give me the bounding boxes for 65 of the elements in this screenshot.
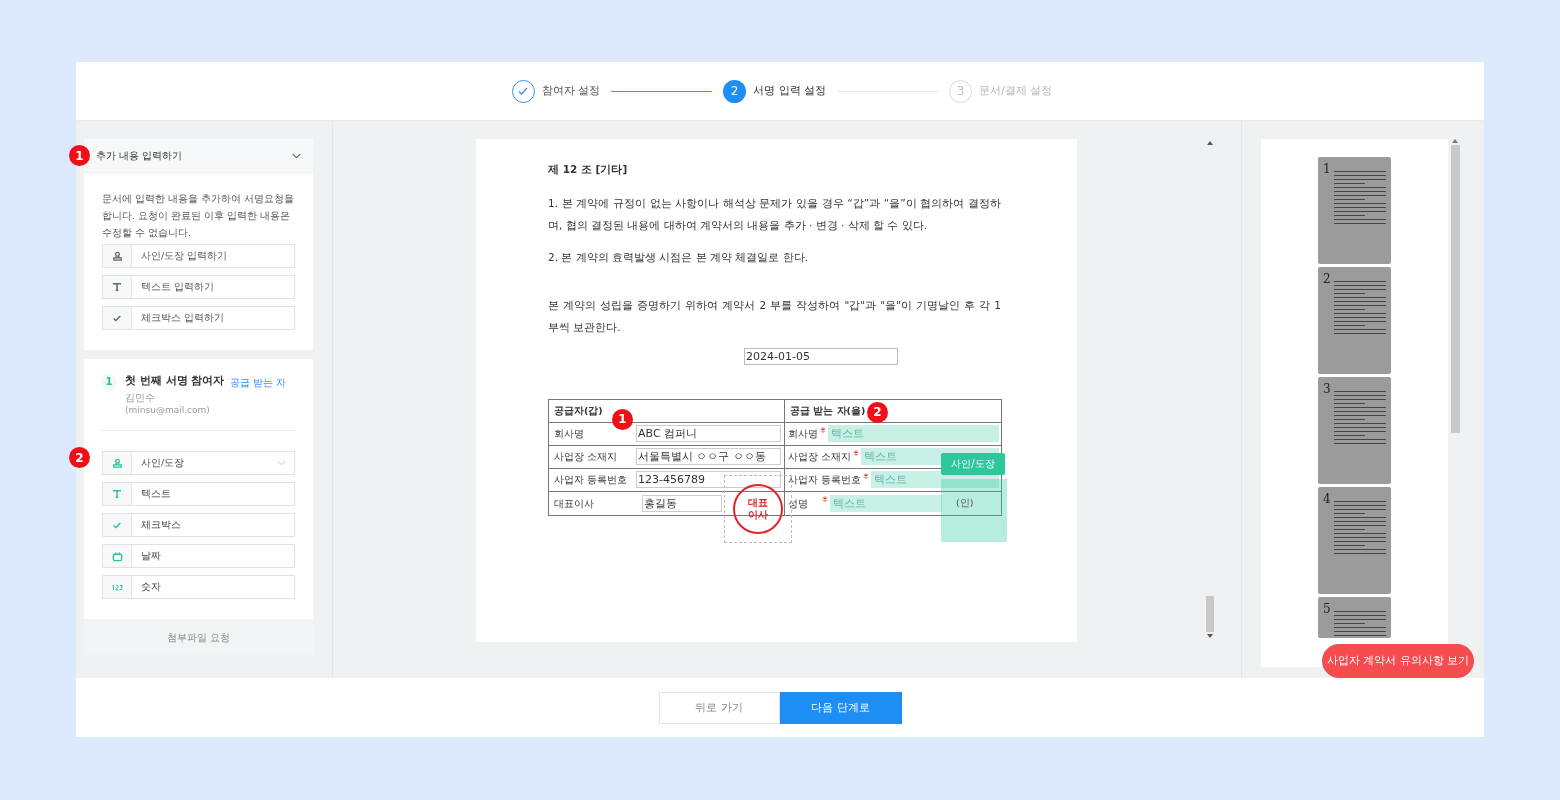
add-field-button[interactable]: 체크박스 입력하기 xyxy=(102,306,295,330)
chevron-down-icon xyxy=(292,152,301,159)
page-number: 3 xyxy=(1323,383,1331,398)
scroll-up-icon[interactable] xyxy=(1207,141,1213,145)
add-field-button[interactable]: 사인/도장 입력하기 xyxy=(102,244,295,268)
row-label: 사업자 등록번호 xyxy=(554,473,629,488)
value-field[interactable]: 서울특별시 ㅇㅇ구 ㅇㅇ동 xyxy=(636,448,781,466)
add-field-button[interactable]: 텍스트 입력하기 xyxy=(102,275,295,299)
scroll-down-icon[interactable] xyxy=(1207,634,1213,638)
signature-placeholder[interactable] xyxy=(941,478,1007,542)
participant-email: (minsu@mail.com) xyxy=(124,404,211,416)
value-field[interactable]: 123-456789 xyxy=(636,471,781,489)
value-field[interactable]: 홍길동 xyxy=(642,494,722,512)
scrollbar-thumb[interactable] xyxy=(1206,596,1214,632)
page-thumbnail[interactable]: 2 xyxy=(1318,267,1391,374)
article-heading: 제 12 조 [기타] xyxy=(548,162,629,177)
signature-field-button[interactable]: 날짜 xyxy=(102,544,295,568)
step-label: 서명 입력 설정 xyxy=(753,82,827,99)
scrollbar-thumb[interactable] xyxy=(1450,145,1460,433)
page-thumbnail[interactable]: 3 xyxy=(1318,377,1391,484)
participant-name: 김민수 xyxy=(124,392,156,404)
signature-field-button[interactable]: 사인/도장 xyxy=(102,451,295,475)
text-icon xyxy=(103,276,132,298)
back-button[interactable]: 뒤로 가기 xyxy=(658,691,780,724)
stamp-icon xyxy=(103,452,132,474)
seal-label: (인) xyxy=(956,496,974,511)
step-label: 문서/결제 설정 xyxy=(979,82,1053,99)
annotation-marker: 2 xyxy=(69,447,90,468)
signature-field-button[interactable]: 숫자 xyxy=(102,575,295,599)
annotation-marker: 1 xyxy=(612,408,633,430)
page-number: 4 xyxy=(1323,493,1331,508)
signature-field-button[interactable]: 텍스트 xyxy=(102,482,295,506)
date-field[interactable]: 2024-01-05 xyxy=(744,347,898,365)
signature-tooltip: 사인/도장 xyxy=(941,452,1005,475)
signature-field-button[interactable]: 체크박스 xyxy=(102,513,295,537)
row-label: 회사명 xyxy=(554,427,585,442)
row-label: 사업장 소재지 xyxy=(788,450,852,465)
text-icon xyxy=(103,483,132,505)
checkmark-icon xyxy=(103,514,132,536)
row-label: 대표이사 xyxy=(554,496,595,511)
page-thumbnail[interactable]: 4 xyxy=(1318,487,1391,594)
page-thumbnail[interactable]: 5 xyxy=(1318,597,1391,638)
contract-paragraph: 2. 본 계약의 효력발생 시점은 본 계약 체결일로 한다. xyxy=(548,249,810,265)
step-label: 참여자 설정 xyxy=(541,82,601,99)
description-text: 문서에 입력한 내용을 추가하여 서명요청을 합니다. 요청이 완료된 이후 입력한 내용은 수정할 수 없습니다. xyxy=(102,192,295,240)
checkmark-icon xyxy=(103,307,132,329)
page-number: 1 xyxy=(1323,163,1331,178)
participant-number: 1 xyxy=(101,373,117,390)
step-number: 2 xyxy=(723,79,747,103)
value-field[interactable]: ABC 컴퍼니 xyxy=(636,425,781,443)
section-header[interactable]: 추가 내용 입력하기 xyxy=(84,139,313,173)
participant-title: 첫 번째 서명 참여자 xyxy=(125,373,225,390)
page-thumbnail[interactable]: 1 xyxy=(1318,157,1391,264)
contract-paragraph: 1. 본 계약에 규정이 없는 사항이나 해석상 문제가 있을 경우 “갑”과 “을”이 협의하여 결정하며, 협의 결정된 내용에 대하여 계약서의 내용을 추가 · 변경 · 삭제 할 수 있다. xyxy=(548,195,1001,233)
stamp-icon xyxy=(103,245,132,267)
calendar-icon xyxy=(103,545,132,567)
contract-paragraph: 본 계약의 성립을 증명하기 위하여 계약서 2 부를 작성하여 "갑"과 "을"이 기명날인 후 각 1 부씩 보관한다. xyxy=(548,297,1001,335)
number-icon xyxy=(103,576,132,598)
participant-role: 공급 받는 자 xyxy=(229,376,286,390)
row-label: 회사명 xyxy=(788,427,818,442)
annotation-marker: 2 xyxy=(867,401,888,423)
scroll-up-icon[interactable] xyxy=(1452,139,1458,143)
page-number: 2 xyxy=(1323,273,1331,288)
page-number: 5 xyxy=(1323,603,1331,618)
row-label: 사업장 소재지 xyxy=(554,450,619,465)
